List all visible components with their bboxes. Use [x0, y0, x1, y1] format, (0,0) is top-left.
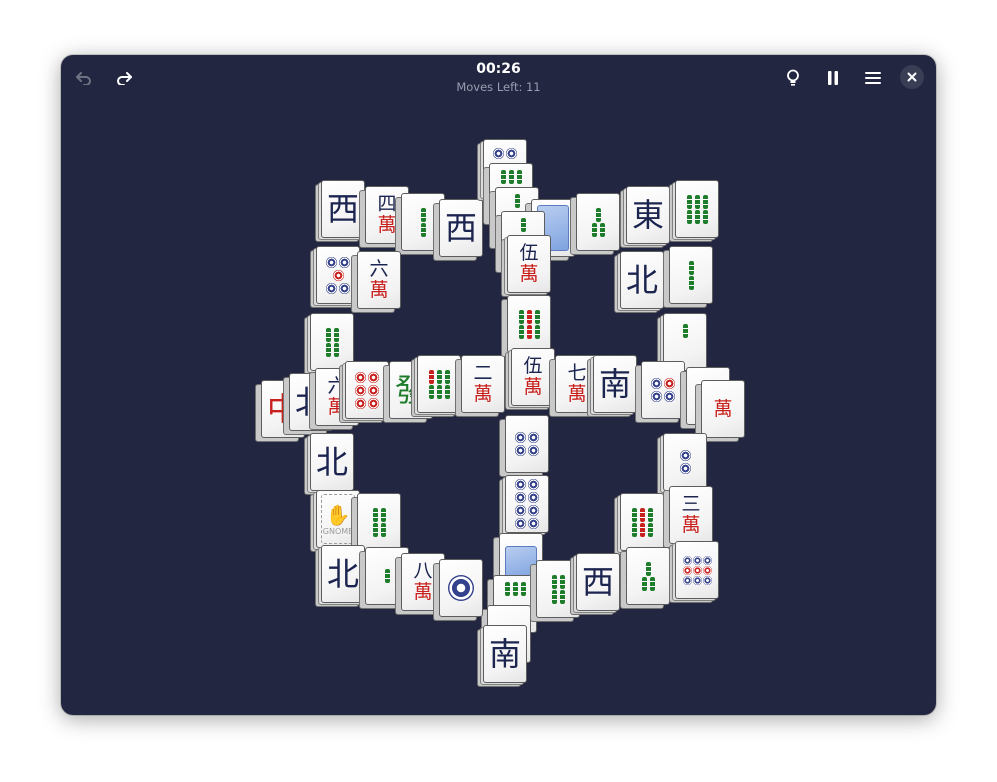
tile-wan: 萬 — [519, 263, 539, 285]
tile-wan: 萬 — [681, 514, 701, 536]
tile-wan: 萬 — [413, 581, 433, 603]
tile[interactable] — [614, 493, 664, 555]
tile[interactable]: 伍 萬 — [501, 235, 551, 297]
tile-six: 六 — [369, 258, 389, 280]
tile-east: 東 — [631, 196, 664, 234]
tile-south: 南 — [488, 635, 521, 673]
tile[interactable] — [433, 559, 483, 621]
tile-north: 北 — [315, 443, 348, 481]
tile-five: 伍 — [519, 242, 539, 264]
tile-west: 西 — [581, 563, 614, 601]
tile[interactable] — [501, 295, 551, 357]
tile-north: 北 — [326, 555, 359, 593]
tile[interactable] — [669, 180, 719, 242]
tile[interactable]: 北 — [304, 433, 354, 495]
tile[interactable] — [351, 493, 401, 555]
tile-wan: 萬 — [377, 214, 397, 236]
gnome-label: GNOME — [322, 526, 354, 536]
tile[interactable]: 萬 — [695, 380, 745, 442]
tile-seven: 七 — [567, 362, 587, 384]
tile[interactable] — [570, 193, 620, 255]
tile-wan: 萬 — [567, 383, 587, 405]
tile-west: 西 — [326, 190, 359, 228]
tile[interactable]: 東 — [620, 186, 670, 248]
tile[interactable]: 六 萬 — [351, 251, 401, 313]
tile[interactable] — [669, 541, 719, 603]
tile-north: 北 — [625, 261, 658, 299]
tile-four: 四 — [377, 193, 397, 215]
tile[interactable] — [635, 361, 685, 423]
tile[interactable] — [499, 475, 549, 537]
tile[interactable] — [620, 547, 670, 609]
tile[interactable]: 南 — [477, 625, 527, 687]
tile[interactable]: 南 — [587, 355, 637, 417]
tile[interactable]: 西 — [433, 199, 483, 261]
tile[interactable]: 三 萬 — [663, 486, 713, 548]
tile[interactable] — [499, 415, 549, 477]
tile[interactable]: 西 — [570, 553, 620, 615]
tile[interactable] — [657, 433, 707, 495]
tile-south: 南 — [598, 365, 631, 403]
tile[interactable]: 二 萬 — [455, 355, 505, 417]
tile-wan: 萬 — [473, 383, 493, 405]
tile-wan: 萬 — [523, 376, 543, 398]
tile-two: 二 — [473, 362, 493, 384]
tile-west: 西 — [444, 209, 477, 247]
tile[interactable]: 北 — [614, 251, 664, 313]
game-window: 00:26 Moves Left: 11 西 四 萬 西 六 萬 六 萬 二 萬… — [61, 55, 936, 715]
tile-three: 三 — [681, 493, 701, 515]
tile-five: 伍 — [523, 355, 543, 377]
mahjongg-board: 西 四 萬 西 六 萬 六 萬 二 萬 伍 萬 伍 萬 七 萬 南 南 東 北 … — [61, 55, 936, 715]
tile[interactable] — [663, 246, 713, 308]
tile-wan: 萬 — [713, 397, 733, 420]
gnome-foot-icon: ✋ GNOME — [321, 494, 355, 544]
tile-wan: 萬 — [369, 279, 389, 301]
tile-eight: 八 — [413, 560, 433, 582]
